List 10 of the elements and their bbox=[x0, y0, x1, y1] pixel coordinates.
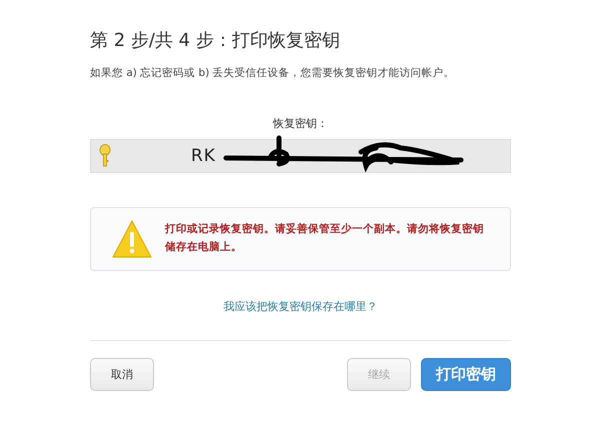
recovery-key-value: RK bbox=[191, 146, 216, 166]
cancel-button[interactable]: 取消 bbox=[90, 358, 154, 391]
warning-icon bbox=[111, 219, 153, 259]
step-title: 第 2 步/共 4 步：打印恢复密钥 bbox=[90, 29, 341, 52]
recovery-key-label: 恢复密钥： bbox=[272, 116, 329, 131]
description-text: 如果您 a) 忘记密码或 b) 丢失受信任设备，您需要恢复密钥才能访问帐户。 bbox=[90, 66, 456, 80]
warning-text: 打印或记录恢复密钥。请妥善保管至少一个副本。请勿将恢复密钥储存在电脑上。 bbox=[165, 222, 485, 255]
help-link[interactable]: 我应该把恢复密钥保存在哪里？ bbox=[224, 299, 378, 314]
key-icon bbox=[99, 144, 111, 168]
print-key-button[interactable]: 打印密钥 bbox=[421, 358, 511, 391]
